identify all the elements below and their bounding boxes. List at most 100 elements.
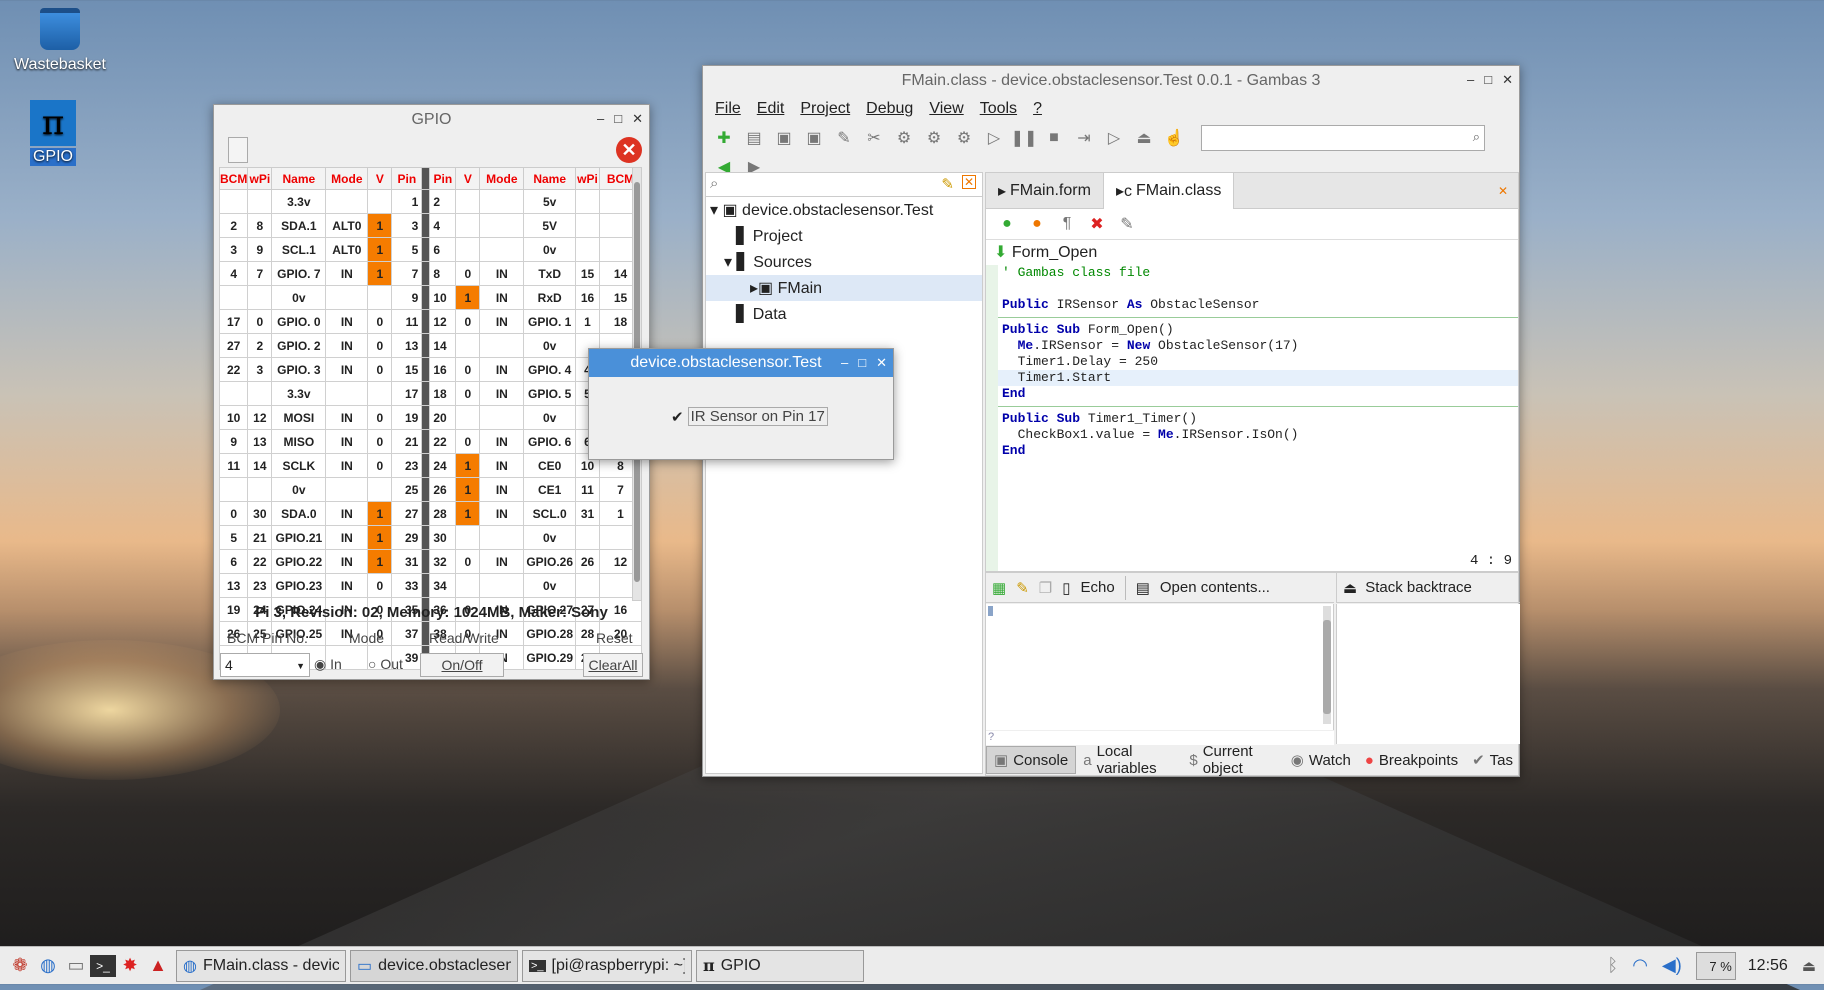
desktop-icon-wastebasket[interactable]: Wastebasket <box>10 8 110 74</box>
volume-icon[interactable]: ◀) <box>1662 955 1682 976</box>
menu-item[interactable]: Debug <box>866 100 913 118</box>
table-row[interactable]: 0 30 SDA.0 IN 1 27 28 1 IN SCL.0 31 1 <box>218 501 643 526</box>
step-icon[interactable]: ⇥ <box>1073 127 1095 149</box>
table-row[interactable]: 13 23 GPIO.23 IN 0 33 34 0v <box>218 573 643 598</box>
grid-icon[interactable]: ▦ <box>992 579 1006 597</box>
search-input[interactable]: ⌕ <box>1201 125 1485 151</box>
burst-icon[interactable]: ✸ <box>116 952 144 980</box>
minimize-icon[interactable]: – <box>1467 72 1474 88</box>
tab-fmain-class[interactable]: ▸c FMain.class <box>1103 172 1235 209</box>
code-area[interactable]: ' Gambas class file Public IRSensor As O… <box>986 265 1518 571</box>
close-icon[interactable]: ✕ <box>1502 72 1513 88</box>
table-row[interactable]: 17 0 GPIO. 0 IN 0 11 12 0 IN GPIO. 1 1 18 <box>218 309 643 334</box>
tab-fmain-form[interactable]: ▸ FMain.form <box>986 172 1104 209</box>
tree-root[interactable]: ▾ ▣ device.obstaclesensor.Test <box>706 197 982 223</box>
table-row[interactable]: 2 8 SDA.1 ALT0 1 3 4 5V <box>218 213 643 238</box>
tree-filter-input[interactable]: ⌕ ✎ ✕ <box>706 173 982 197</box>
taskbar-item-gpio[interactable]: π GPIO <box>696 949 864 982</box>
minimize-icon[interactable]: – <box>841 355 848 371</box>
console-output[interactable] <box>986 604 1334 730</box>
hand-icon[interactable]: ☝ <box>1163 127 1185 149</box>
eject-icon[interactable]: ⏏ <box>1802 957 1816 975</box>
exit-icon[interactable]: ✕ <box>616 137 642 163</box>
desktop-icon-gpio[interactable]: π GPIO <box>30 100 76 166</box>
close-tab-icon[interactable]: ✕ <box>1498 184 1508 198</box>
debug-tab[interactable]: $ Current object <box>1182 743 1283 777</box>
build-icon[interactable]: ⚙ <box>893 127 915 149</box>
debug-tab[interactable]: ✔ Tas <box>1465 746 1520 774</box>
pilcrow-icon[interactable]: ¶ <box>1056 213 1078 235</box>
debug-tab[interactable]: ◉ Watch <box>1284 746 1358 774</box>
table-row[interactable]: 3.3v17180INGPIO. 5524 <box>218 381 643 406</box>
debug-tab[interactable]: ▣ Console <box>986 746 1077 774</box>
ir-sensor-checkbox[interactable]: ✔ IR Sensor on Pin 17 <box>671 407 828 426</box>
clear-filter-icon[interactable]: ✎ <box>941 175 954 193</box>
compile-all-icon[interactable]: ⚙ <box>953 127 975 149</box>
table-row[interactable]: 0v 25 26 1 IN CE1 11 7 <box>218 477 643 502</box>
table-row[interactable]: 27 2 GPIO. 2 IN 0 13 14 0v <box>218 333 643 358</box>
run-icon[interactable]: ▷ <box>983 127 1005 149</box>
menu-item[interactable]: Project <box>800 100 850 118</box>
menu-item[interactable]: Edit <box>757 100 785 118</box>
table-row[interactable]: 0v 9 10 1 IN RxD 16 15 <box>218 285 643 310</box>
table-row[interactable]: 3 9 SCL.1 ALT0 1 5 6 0v <box>218 237 643 262</box>
clear-all-button[interactable]: ClearAll <box>583 653 643 677</box>
echo-button[interactable]: Echo <box>1080 579 1114 596</box>
maximize-icon[interactable]: □ <box>1484 72 1492 88</box>
taskbar-item-terminal[interactable]: >_ [pi@raspberrypi: ~] <box>522 949 692 982</box>
maximize-icon[interactable]: □ <box>858 355 866 371</box>
mode-out-radio[interactable]: ○ Out <box>368 656 403 672</box>
green-arrow-icon[interactable]: ● <box>996 213 1018 235</box>
raspberry-menu-icon[interactable]: ❁ <box>6 952 34 980</box>
open-contents-button[interactable]: Open contents... <box>1160 579 1270 596</box>
taskbar-item-gambas[interactable]: ◍ FMain.class - device.... <box>176 949 346 982</box>
table-row[interactable]: 5 21 GPIO.21 IN 1 29 30 0v <box>218 525 643 550</box>
table-row[interactable]: 4 7 GPIO. 7 IN 1 7 8 0 IN TxD 15 14 <box>218 261 643 286</box>
on-off-button[interactable]: On/Off <box>420 653 504 677</box>
maximize-icon[interactable]: □ <box>614 111 622 127</box>
orange-icon[interactable]: ● <box>1026 213 1048 235</box>
close-icon[interactable]: ✕ <box>962 175 976 189</box>
console-scrollbar[interactable] <box>1323 606 1331 724</box>
browser-icon[interactable]: ◍ <box>34 952 62 980</box>
error-icon[interactable]: ✖ <box>1086 213 1108 235</box>
table-row[interactable]: 913MISOIN021220INGPIO. 6625 <box>218 429 643 454</box>
save-icon[interactable]: ▣ <box>773 127 795 149</box>
file-manager-icon[interactable]: ▭ <box>62 952 90 980</box>
menu-item[interactable]: ? <box>1033 100 1042 118</box>
forward-icon[interactable]: ▷ <box>1103 127 1125 149</box>
debug-tab[interactable]: ● Breakpoints <box>1358 746 1465 774</box>
wifi-icon[interactable]: ◠ <box>1632 955 1648 976</box>
edit-icon[interactable]: ✎ <box>833 127 855 149</box>
close-icon[interactable]: ✕ <box>876 355 887 371</box>
open-icon[interactable]: ▤ <box>743 127 765 149</box>
wolfram-icon[interactable]: ▲ <box>144 952 172 980</box>
menu-item[interactable]: File <box>715 100 741 118</box>
stack-backtrace-header[interactable]: ⏏ Stack backtrace <box>1336 573 1520 603</box>
bluetooth-icon[interactable]: ᛒ <box>1607 955 1618 976</box>
save-all-icon[interactable]: ▣ <box>803 127 825 149</box>
table-row[interactable]: 3.3v 1 2 5v <box>218 189 643 214</box>
clear-icon[interactable]: ✎ <box>1016 579 1029 597</box>
procedure-selector[interactable]: ⬇ Form_Open <box>986 239 1518 265</box>
mode-in-radio[interactable]: ◉ In <box>314 656 342 673</box>
table-row[interactable]: 223GPIO. 3IN015160INGPIO. 4423 <box>218 357 643 382</box>
menu-item[interactable]: View <box>929 100 963 118</box>
echo-icon[interactable]: ▯ <box>1062 579 1070 597</box>
new-icon[interactable]: ✚ <box>713 127 735 149</box>
eject-icon[interactable]: ⏏ <box>1133 127 1155 149</box>
minimize-icon[interactable]: – <box>597 111 604 127</box>
tree-fmain[interactable]: ▸▣ FMain <box>706 275 982 301</box>
terminal-icon[interactable]: >_ <box>90 954 116 977</box>
menu-item[interactable]: Tools <box>980 100 1017 118</box>
copy-icon[interactable]: ❐ <box>1039 579 1052 597</box>
close-icon[interactable]: ✕ <box>632 111 643 127</box>
stop-icon[interactable]: ■ <box>1043 127 1065 149</box>
table-row[interactable]: 11 14 SCLK IN 0 23 24 1 IN CE0 10 8 <box>218 453 643 478</box>
tree-data[interactable]: ▋ Data <box>706 301 982 327</box>
table-row[interactable]: 10 12 MOSI IN 0 19 20 0v <box>218 405 643 430</box>
bcm-pin-select[interactable]: 4 ▼ <box>220 653 310 677</box>
tree-sources[interactable]: ▾ ▋ Sources <box>706 249 982 275</box>
taskbar-item-test[interactable]: ▭ device.obstaclesens... <box>350 949 518 982</box>
tools-icon[interactable]: ✂ <box>863 127 885 149</box>
